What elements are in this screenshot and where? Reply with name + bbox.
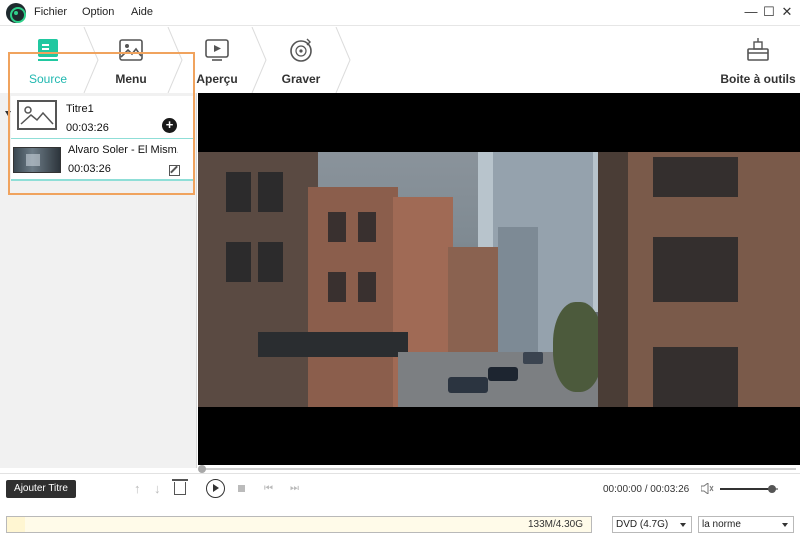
tab-menu[interactable]: Menu bbox=[96, 27, 166, 93]
minimize-button[interactable]: — bbox=[743, 4, 759, 20]
play-button[interactable] bbox=[206, 479, 225, 498]
disc-type-value: DVD (4.7G) bbox=[616, 519, 669, 530]
video-preview[interactable] bbox=[198, 93, 800, 465]
title-name: Titre1 bbox=[66, 103, 94, 115]
capacity-text: 133M/4.30G bbox=[527, 519, 583, 530]
time-display: 00:00:00 / 00:03:26 bbox=[603, 484, 690, 495]
title-item[interactable]: Titre1 00:03:26 + bbox=[11, 96, 194, 140]
chevron-down-icon bbox=[782, 523, 788, 527]
menu-aide[interactable]: Aide bbox=[131, 6, 153, 18]
next-icon[interactable]: ⏭ bbox=[290, 482, 299, 496]
video-frame bbox=[198, 152, 800, 407]
tab-apercu-label: Aperçu bbox=[196, 72, 238, 86]
capacity-bar: 133M/4.30G bbox=[6, 516, 592, 533]
toolbox-button[interactable]: Boite à outils bbox=[716, 27, 800, 93]
status-bar: 133M/4.30G DVD (4.7G) la norme bbox=[0, 505, 800, 545]
chevron-down-icon bbox=[680, 523, 686, 527]
video-item[interactable]: Alvaro Soler - El Mism... 00:03:26 bbox=[11, 139, 194, 181]
quality-select[interactable]: la norme bbox=[698, 516, 794, 533]
add-title-button[interactable]: Ajouter Titre bbox=[6, 480, 76, 498]
volume-level bbox=[720, 488, 773, 490]
video-thumbnail bbox=[13, 147, 61, 173]
tab-graver[interactable]: Graver bbox=[266, 27, 336, 93]
trash-icon[interactable] bbox=[172, 479, 188, 495]
total-time: 00:03:26 bbox=[650, 484, 690, 495]
move-down-icon[interactable]: ↓ bbox=[154, 482, 161, 496]
step-separator bbox=[335, 27, 351, 93]
move-up-icon[interactable]: ↑ bbox=[134, 482, 141, 496]
title-duration: 00:03:26 bbox=[66, 122, 109, 134]
disc-type-select[interactable]: DVD (4.7G) bbox=[612, 516, 692, 533]
tab-source[interactable]: Source bbox=[10, 27, 86, 93]
menu-option[interactable]: Option bbox=[82, 6, 114, 18]
step-toolbar: Source Menu Aperçu Graver Boite à outils bbox=[0, 27, 800, 93]
volume-slider[interactable] bbox=[720, 485, 778, 493]
toolbox-icon bbox=[747, 38, 769, 61]
quality-value: la norme bbox=[702, 519, 741, 530]
menu-image-icon bbox=[119, 39, 143, 61]
playback-controls: Ajouter Titre ↑ ↓ ⏮ ⏭ 00:00:00 / 00:03:2… bbox=[0, 473, 800, 505]
close-button[interactable]: ✕ bbox=[779, 4, 795, 20]
title-thumbnail-icon bbox=[17, 100, 57, 130]
capacity-fill bbox=[7, 517, 25, 532]
video-name: Alvaro Soler - El Mism... bbox=[68, 144, 178, 156]
stop-icon[interactable] bbox=[238, 485, 245, 492]
edit-icon[interactable] bbox=[169, 165, 180, 176]
burn-disc-icon bbox=[290, 38, 312, 62]
add-video-icon[interactable]: + bbox=[162, 118, 177, 133]
source-panel: Titre1 00:03:26 + Alvaro Soler - El Mism… bbox=[0, 93, 197, 468]
tab-menu-label: Menu bbox=[115, 72, 147, 86]
app-logo bbox=[6, 3, 26, 23]
previous-icon[interactable]: ⏮ bbox=[264, 482, 273, 496]
volume-icon[interactable] bbox=[701, 483, 714, 494]
seek-thumb[interactable] bbox=[198, 465, 206, 473]
tab-source-label: Source bbox=[28, 72, 68, 86]
video-duration: 00:03:26 bbox=[68, 163, 111, 175]
preview-icon bbox=[205, 39, 229, 61]
title-bar: Fichier Option Aide — ☐ ✕ bbox=[0, 0, 800, 26]
toolbox-label: Boite à outils bbox=[720, 72, 796, 86]
volume-thumb[interactable] bbox=[768, 485, 777, 493]
seek-bar[interactable] bbox=[198, 465, 800, 473]
tab-apercu[interactable]: Aperçu bbox=[182, 27, 252, 93]
maximize-button[interactable]: ☐ bbox=[761, 4, 777, 20]
seek-track[interactable] bbox=[202, 468, 796, 470]
menu-fichier[interactable]: Fichier bbox=[34, 6, 67, 18]
tab-graver-label: Graver bbox=[281, 72, 321, 86]
source-icon bbox=[38, 39, 58, 61]
current-time: 00:00:00 bbox=[603, 484, 642, 495]
